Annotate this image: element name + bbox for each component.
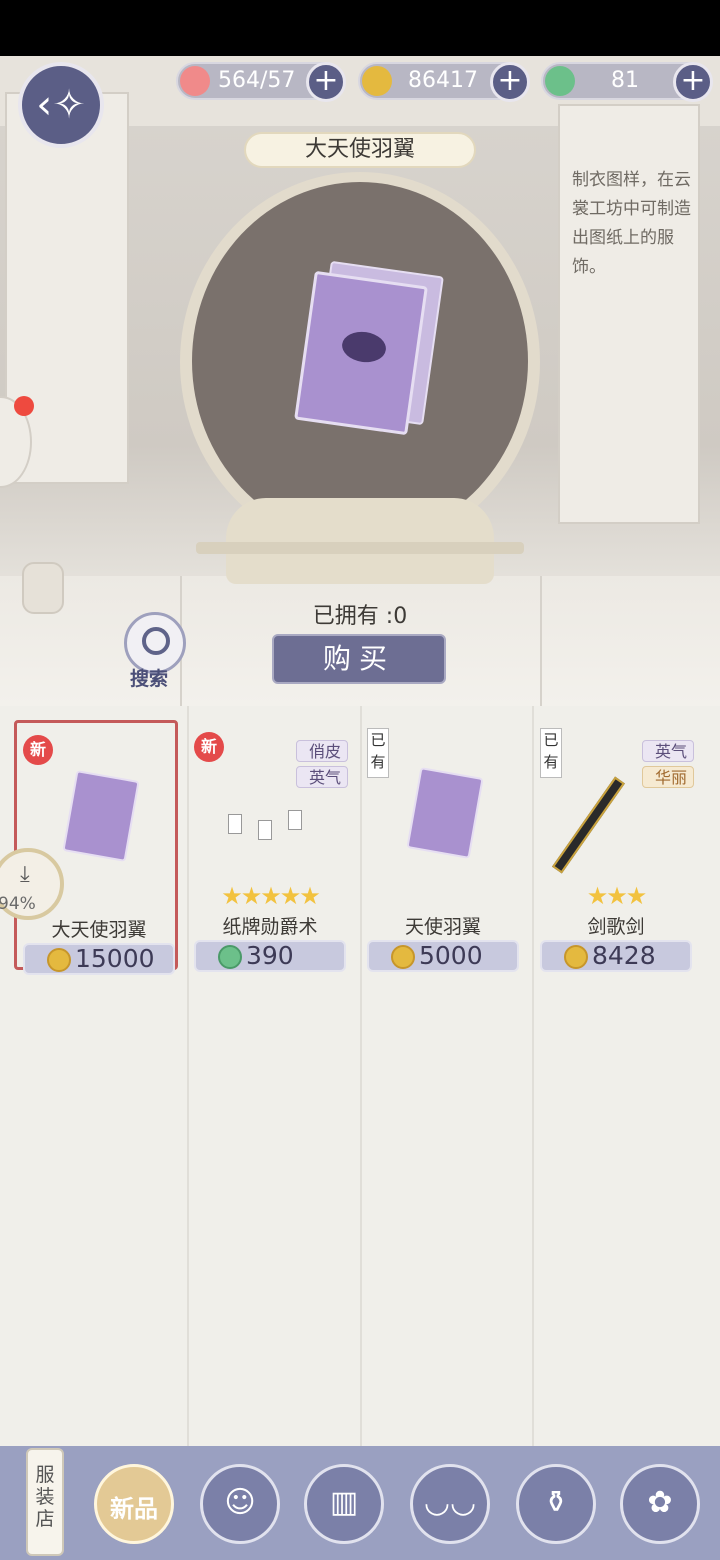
magnifier-icon: [142, 627, 170, 655]
add-gems-button[interactable]: +: [673, 62, 713, 102]
stamina-counter: 564/57 +: [176, 62, 346, 102]
accessory-icon: ✿: [647, 1485, 673, 1520]
gem-value: 81: [611, 68, 639, 93]
search-label: 搜索: [130, 668, 169, 690]
jade-icon: [218, 945, 242, 969]
mirror-stand: [196, 542, 524, 554]
description-scroll: 制衣图样，在云裳工坊中可制造出图纸上的服饰。: [558, 104, 700, 524]
add-coins-button[interactable]: +: [490, 62, 530, 102]
price-tag: 8428: [540, 940, 692, 972]
flower-vase: [22, 562, 64, 614]
download-percent: 94%: [0, 894, 36, 914]
style-tag: 英气: [641, 740, 694, 762]
product-card[interactable]: 已有 英气 华丽 ★★★ 剑歌剑 8428: [534, 720, 698, 972]
coin-counter: 86417 +: [358, 62, 530, 102]
coin-value: 86417: [408, 68, 478, 93]
heart-icon: [180, 66, 210, 96]
price-value: 390: [246, 941, 294, 970]
tab-label: 新品: [110, 1495, 158, 1523]
add-stamina-button[interactable]: +: [306, 62, 346, 102]
download-icon: ⤓: [20, 862, 30, 887]
coin-icon: [391, 945, 415, 969]
pattern-paper-icon: [405, 767, 485, 859]
stamina-value: 564/57: [218, 68, 296, 93]
status-bar: [0, 0, 720, 56]
item-description: 制衣图样，在云裳工坊中可制造出图纸上的服饰。: [572, 170, 691, 277]
floor-line: [540, 576, 542, 706]
product-name: 天使羽翼: [404, 916, 481, 938]
jade-icon: [545, 66, 575, 96]
back-butterfly-icon: ‹✧: [36, 82, 86, 128]
tab-accessories[interactable]: ✿: [620, 1464, 700, 1544]
price-value: 8428: [592, 941, 656, 970]
sword-icon: [551, 776, 664, 876]
price-value: 5000: [419, 941, 483, 970]
coin-icon: [362, 66, 392, 96]
new-badge: 新: [194, 732, 224, 762]
owned-count: 已拥有 :0: [312, 604, 408, 629]
new-badge: 新: [23, 735, 53, 765]
display-mirror: [192, 182, 528, 540]
style-tag: 英气: [295, 766, 348, 788]
price-tag: 5000: [367, 940, 519, 972]
playing-cards-icon: [218, 804, 328, 844]
back-button[interactable]: ‹✧: [18, 62, 104, 148]
pattern-paper-icon: [61, 770, 141, 862]
tab-perfume[interactable]: ⚱: [516, 1464, 596, 1544]
item-title: 大天使羽翼: [244, 132, 476, 168]
rarity-stars: ★★★★★: [221, 882, 321, 910]
rarity-stars: ★★★: [586, 882, 648, 910]
owned-tag: 已有: [540, 728, 562, 778]
notification-dot: [14, 396, 34, 416]
gem-counter: 81 +: [541, 62, 713, 102]
owned-tag: 已有: [367, 728, 389, 778]
top-icon: ▥: [329, 1485, 359, 1520]
tab-tops[interactable]: ▥: [304, 1464, 384, 1544]
product-card[interactable]: 新 俏皮 英气 ★★★★★ 纸牌勋爵术 390: [188, 720, 352, 972]
product-grid: 新 大天使羽翼 15000 新 俏皮 英气 ★★★★★ 纸牌勋爵术 390 已有…: [0, 706, 720, 1446]
coin-icon: [47, 948, 71, 972]
buy-button[interactable]: 购买: [272, 634, 446, 684]
coin-icon: [564, 945, 588, 969]
tab-hair[interactable]: ☺: [200, 1464, 280, 1544]
price-tag: 15000: [23, 943, 175, 975]
style-tag: 俏皮: [295, 740, 348, 762]
hair-icon: ☺: [224, 1485, 256, 1520]
mirror-base: [226, 498, 494, 584]
product-name: 纸牌勋爵术: [222, 916, 318, 938]
shop-label: 服装店: [26, 1448, 64, 1556]
product-name: 剑歌剑: [587, 916, 645, 938]
tab-shoes[interactable]: ◡◡: [410, 1464, 490, 1544]
perfume-icon: ⚱: [543, 1485, 569, 1520]
product-card[interactable]: 新 大天使羽翼 15000: [14, 720, 178, 975]
tab-new-arrivals[interactable]: 新品: [94, 1464, 174, 1544]
price-tag: 390: [194, 940, 346, 972]
product-name: 大天使羽翼: [51, 919, 147, 941]
shoes-icon: ◡◡: [423, 1485, 477, 1520]
product-card[interactable]: 已有 天使羽翼 5000: [361, 720, 525, 972]
price-value: 15000: [75, 944, 155, 973]
